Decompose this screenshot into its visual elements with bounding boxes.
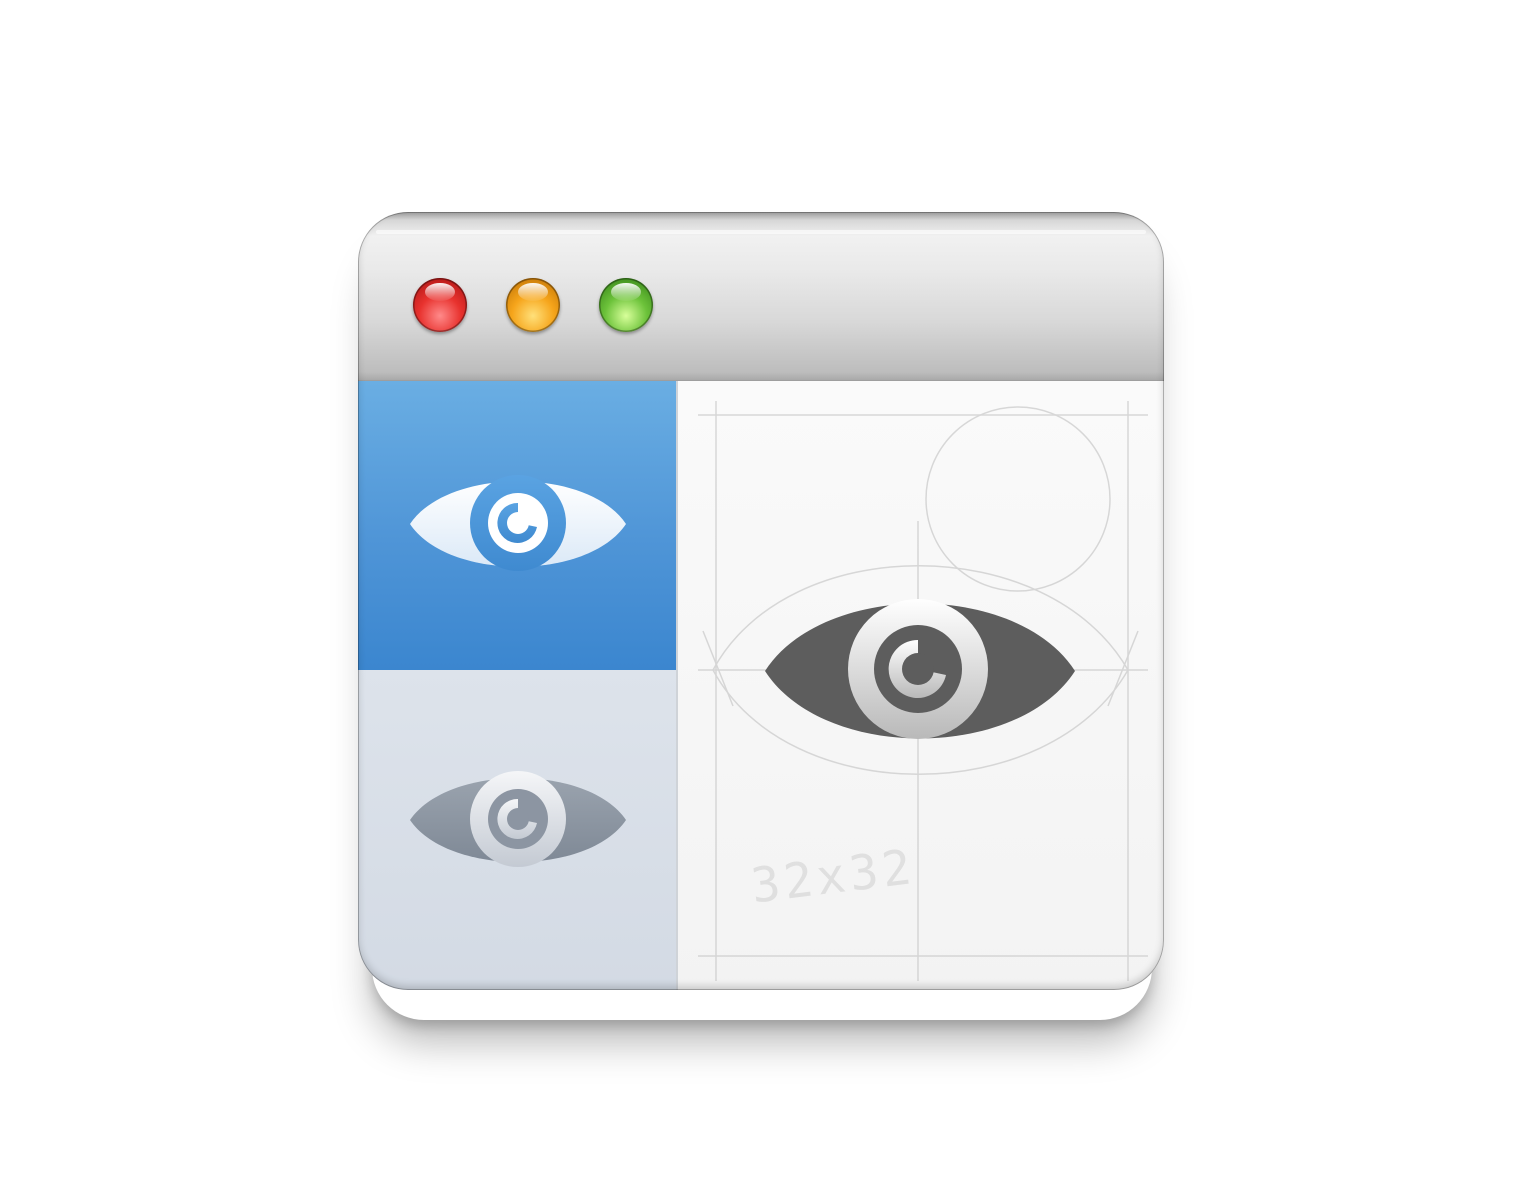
sidebar-item-selected[interactable]	[358, 381, 676, 670]
eye-icon	[765, 599, 1075, 739]
sidebar	[358, 381, 676, 990]
content-pane: 32x32	[678, 381, 1164, 990]
window-icon: 32x32	[358, 212, 1164, 990]
close-button[interactable]	[413, 278, 467, 332]
eye-icon	[410, 475, 626, 571]
sidebar-item-unselected[interactable]	[358, 670, 676, 990]
zoom-button[interactable]	[599, 278, 653, 332]
window-titlebar	[358, 212, 1164, 381]
app-icon-stage: 32x32	[0, 0, 1520, 1200]
eye-icon	[410, 771, 626, 867]
minimize-button[interactable]	[506, 278, 560, 332]
